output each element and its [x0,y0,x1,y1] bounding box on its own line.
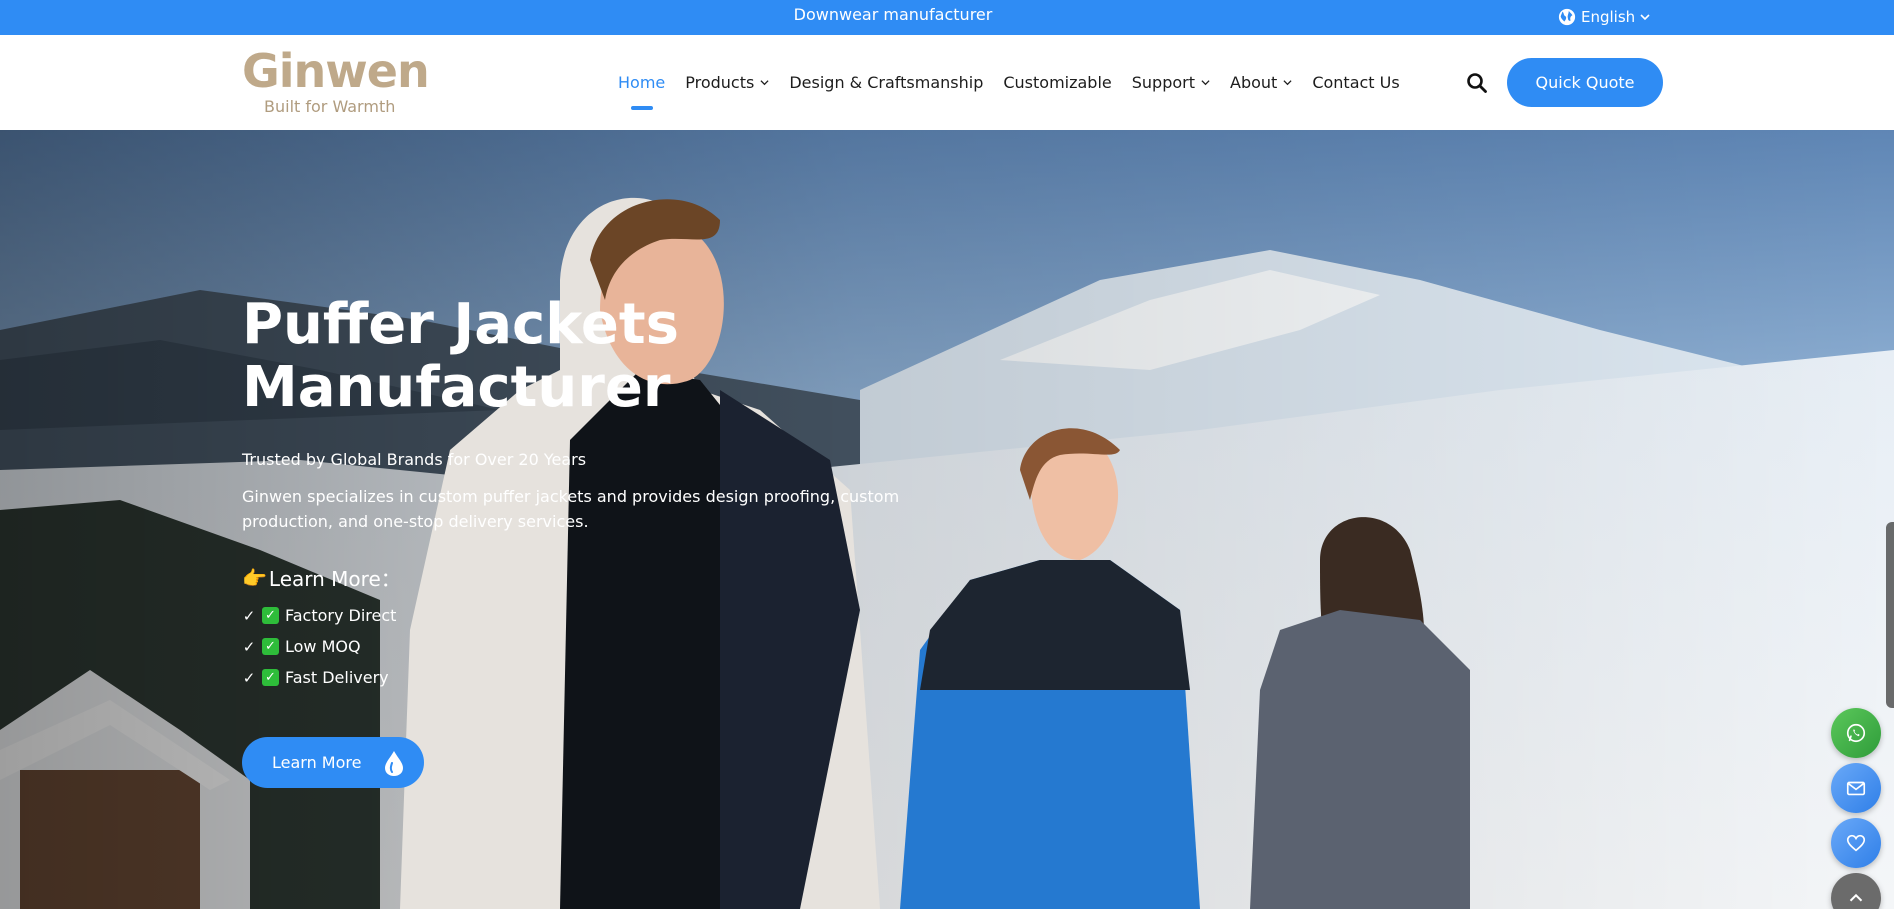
check-mark-icon: ✓ [242,637,256,656]
nav-item-customizable[interactable]: Customizable [1003,35,1111,130]
chevron-up-icon [1849,893,1863,902]
nav-label: About [1230,73,1278,92]
nav-label: Contact Us [1312,73,1400,92]
feature-list: ✓ ✓ Factory Direct ✓ ✓ Low MOQ ✓ ✓ Fast … [242,600,397,693]
nav-label: Home [618,73,666,92]
learn-more-heading: 👉 Learn More： [242,563,401,592]
check-mark-icon: ✓ [242,668,256,687]
nav-label: Products [685,73,755,92]
nav-item-contact-us[interactable]: Contact Us [1312,35,1399,130]
feature-label: Low MOQ [285,637,361,656]
hero-title-line-2: Manufacturer [242,355,671,420]
learn-more-button[interactable]: Learn More [242,737,424,788]
logo-tagline: Built for Warmth [264,97,396,116]
hero-subtitle: Trusted by Global Brands for Over 20 Yea… [242,450,587,469]
active-indicator [630,106,653,110]
chevron-down-icon [1640,14,1650,21]
heart-icon [1846,834,1866,852]
nav-item-support[interactable]: Support [1132,35,1210,130]
topbar-message: Downwear manufacturer [793,5,993,24]
logo[interactable]: Ginwen Built for Warmth [242,45,432,120]
nav-label: Customizable [1003,73,1112,92]
globe-icon [1558,8,1576,26]
hero-title: Puffer Jackets Manufacturer [242,293,802,419]
nav-item-home[interactable]: Home [618,35,665,130]
hero-banner: Puffer Jackets Manufacturer Trusted by G… [0,130,1894,909]
check-box-icon: ✓ [262,607,279,624]
list-item: ✓ ✓ Fast Delivery [242,662,396,693]
site-header: Ginwen Built for Warmth Home Products De… [0,35,1894,130]
pointing-hand-icon: 👉 [242,565,267,590]
nav-item-about[interactable]: About [1230,35,1292,130]
feature-label: Factory Direct [285,606,397,625]
mail-icon [1846,781,1866,796]
whatsapp-button[interactable] [1831,708,1881,758]
feature-label: Fast Delivery [285,668,389,687]
whatsapp-icon [1846,723,1866,743]
nav-item-products[interactable]: Products [685,35,769,130]
quick-quote-button[interactable]: Quick Quote [1507,58,1663,107]
check-box-icon: ✓ [262,669,279,686]
top-announcement-bar: Downwear manufacturer English [0,0,1894,35]
learn-more-button-label: Learn More [272,753,362,772]
nav-label: Support [1131,73,1195,92]
main-nav: Home Products Design & Craftsmanship Cus… [618,35,1420,130]
check-mark-icon: ✓ [242,606,256,625]
logo-name: Ginwen [242,44,430,98]
email-button[interactable] [1831,763,1881,813]
hero-title-line-1: Puffer Jackets [242,292,680,357]
hero-description: Ginwen specializes in custom puffer jack… [242,487,900,531]
nav-label: Design & Craftsmanship [789,73,984,92]
check-box-icon: ✓ [262,638,279,655]
language-selector[interactable]: English [1558,6,1650,28]
learn-more-heading-text: Learn More： [268,567,401,591]
chevron-down-icon [1201,80,1210,86]
chevron-down-icon [1283,80,1292,86]
chevron-down-icon [760,80,769,86]
search-icon[interactable] [1465,71,1489,95]
nav-item-design-craftsmanship[interactable]: Design & Craftsmanship [789,35,983,130]
list-item: ✓ ✓ Low MOQ [242,631,396,662]
language-label: English [1581,8,1636,26]
list-item: ✓ ✓ Factory Direct [242,600,397,631]
favorite-button[interactable] [1831,818,1881,868]
side-drawer-tab[interactable] [1886,522,1894,708]
water-drop-icon [385,750,404,776]
